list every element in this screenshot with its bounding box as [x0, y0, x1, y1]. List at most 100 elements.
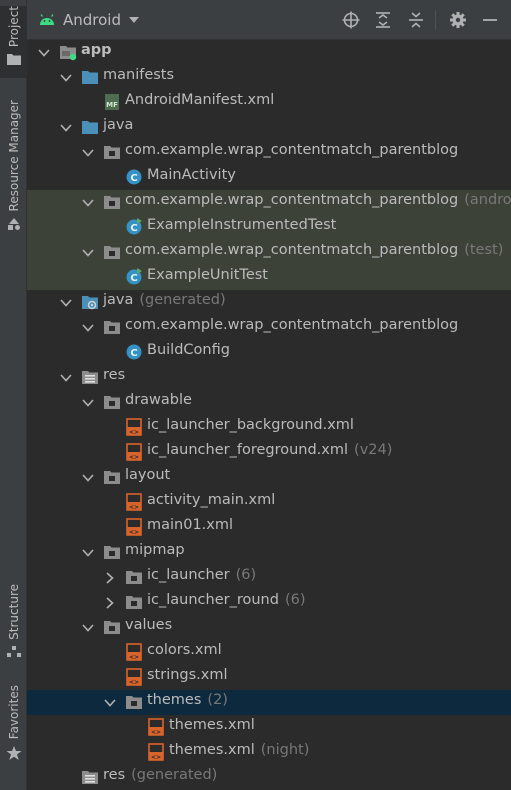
tree-row[interactable]: <> main01.xml — [27, 515, 511, 540]
tree-row[interactable]: drawable — [27, 390, 511, 415]
locate-icon[interactable] — [342, 11, 360, 29]
tree-item-label: ic_launcher_round (6) — [147, 592, 305, 608]
tree-item-label: layout — [125, 467, 170, 483]
svg-text:<>: <> — [151, 729, 161, 736]
project-toolbar: Android — [27, 0, 511, 40]
tree-row[interactable]: <> themes.xml (night) — [27, 740, 511, 765]
tree-item-label: ExampleInstrumentedTest — [147, 217, 336, 233]
svg-text:<>: <> — [129, 454, 139, 461]
chevron-right-icon[interactable] — [103, 571, 117, 585]
tree-item-suffix: (generated) — [131, 767, 218, 783]
resource-manager-icon — [7, 218, 20, 231]
chevron-down-icon[interactable] — [59, 121, 73, 135]
minimize-icon[interactable] — [481, 11, 499, 29]
tree-row[interactable]: C ExampleInstrumentedTest — [27, 215, 511, 240]
chevron-down-icon[interactable] — [81, 396, 95, 410]
tree-row[interactable]: themes (2) — [27, 690, 511, 715]
tree-row[interactable]: C MainActivity — [27, 165, 511, 190]
tree-row[interactable]: com.example.wrap_contentmatch_parentblog… — [27, 190, 511, 215]
xml-file-icon: <> — [126, 518, 142, 536]
tree-item-label: mipmap — [125, 542, 185, 558]
tree-item-name: res — [103, 367, 126, 383]
tree-row[interactable]: C ExampleUnitTest — [27, 265, 511, 290]
tree-row[interactable]: res (generated) — [27, 765, 511, 790]
tree-row[interactable]: java — [27, 115, 511, 140]
tree-item-name: strings.xml — [147, 667, 228, 683]
chevron-down-icon[interactable] — [37, 46, 51, 60]
package-icon — [104, 396, 120, 409]
tree-row[interactable]: com.example.wrap_contentmatch_parentblog — [27, 315, 511, 340]
xml-file-icon: <> — [126, 643, 142, 661]
chevron-down-icon[interactable] — [59, 296, 73, 310]
tree-row[interactable]: ic_launcher_round (6) — [27, 590, 511, 615]
tree-item-label: ic_launcher (6) — [147, 567, 256, 583]
project-tool-tab[interactable]: Project — [0, 6, 27, 78]
tree-row[interactable]: <> colors.xml — [27, 640, 511, 665]
chevron-down-icon[interactable] — [81, 621, 95, 635]
tree-row[interactable]: <> strings.xml — [27, 665, 511, 690]
tree-row[interactable]: java (generated) — [27, 290, 511, 315]
tree-item-label: ic_launcher_foreground.xml (v24) — [147, 442, 392, 458]
tree-row[interactable]: layout — [27, 465, 511, 490]
tree-row[interactable]: <> themes.xml — [27, 715, 511, 740]
tree-row[interactable]: values — [27, 615, 511, 640]
tree-item-name: main01.xml — [147, 517, 234, 533]
tree-row[interactable]: com.example.wrap_contentmatch_parentblog… — [27, 240, 511, 265]
expand-all-icon[interactable] — [374, 11, 392, 29]
tree-row[interactable]: <> activity_main.xml — [27, 490, 511, 515]
tree-row[interactable]: app — [27, 40, 511, 65]
tree-item-label: themes (2) — [147, 692, 228, 708]
chevron-down-icon[interactable] — [81, 546, 95, 560]
tree-row[interactable]: com.example.wrap_contentmatch_parentblog — [27, 140, 511, 165]
tree-row[interactable]: <> ic_launcher_background.xml — [27, 415, 511, 440]
tree-item-name: themes — [147, 692, 202, 708]
favorites-tool-tab[interactable]: Favorites — [0, 685, 27, 765]
tree-item-name: java — [103, 292, 134, 308]
tree-item-name: ic_launcher_background.xml — [147, 417, 354, 433]
tree-item-name: app — [81, 42, 112, 58]
tree-row[interactable]: manifests — [27, 65, 511, 90]
chevron-down-icon[interactable] — [81, 146, 95, 160]
project-tree: app manifests MF AndroidManifest.xml java com… — [27, 40, 511, 790]
package-icon — [104, 196, 120, 209]
chevron-down-icon[interactable] — [59, 371, 73, 385]
resource-manager-tab-label: Resource Manager — [6, 100, 21, 212]
chevron-down-icon[interactable] — [129, 16, 139, 23]
chevron-down-icon[interactable] — [59, 71, 73, 85]
chevron-down-icon[interactable] — [81, 246, 95, 260]
xml-file-icon: <> — [126, 668, 142, 686]
tree-row[interactable]: MF AndroidManifest.xml — [27, 90, 511, 115]
tree-item-label: java (generated) — [103, 292, 226, 308]
tree-item-label: themes.xml (night) — [169, 742, 309, 758]
gear-icon[interactable] — [449, 11, 467, 29]
chevron-down-icon[interactable] — [81, 321, 95, 335]
tree-row[interactable]: res — [27, 365, 511, 390]
class-icon: C — [126, 344, 142, 360]
tree-item-name: com.example.wrap_contentmatch_parentblog — [125, 142, 459, 158]
tree-row[interactable]: C BuildConfig — [27, 340, 511, 365]
tree-row[interactable]: ic_launcher (6) — [27, 565, 511, 590]
tree-item-label: values — [125, 617, 172, 633]
collapse-all-icon[interactable] — [407, 11, 425, 29]
tree-item-name: AndroidManifest.xml — [125, 92, 275, 108]
tree-row[interactable]: <> ic_launcher_foreground.xml (v24) — [27, 440, 511, 465]
tree-item-label: app — [81, 42, 112, 58]
resource-manager-tool-tab[interactable]: Resource Manager — [0, 100, 27, 242]
chevron-down-icon[interactable] — [103, 696, 117, 710]
tree-item-name: layout — [125, 467, 171, 483]
tree-item-name: ExampleInstrumentedTest — [147, 217, 337, 233]
chevron-right-icon[interactable] — [103, 596, 117, 610]
tree-item-label: java — [103, 117, 133, 133]
tree-item-name: BuildConfig — [147, 342, 230, 358]
chevron-down-icon[interactable] — [81, 471, 95, 485]
tree-item-name: colors.xml — [147, 642, 222, 658]
svg-text:<>: <> — [151, 754, 161, 761]
chevron-down-icon[interactable] — [81, 196, 95, 210]
tree-item-suffix: (6) — [284, 592, 306, 608]
tree-item-name: res — [103, 767, 126, 783]
android-icon — [40, 13, 54, 25]
view-selector-label[interactable]: Android — [63, 11, 121, 29]
tree-row[interactable]: mipmap — [27, 540, 511, 565]
tree-item-label: MainActivity — [147, 167, 236, 183]
structure-tool-tab[interactable]: Structure — [0, 584, 27, 664]
